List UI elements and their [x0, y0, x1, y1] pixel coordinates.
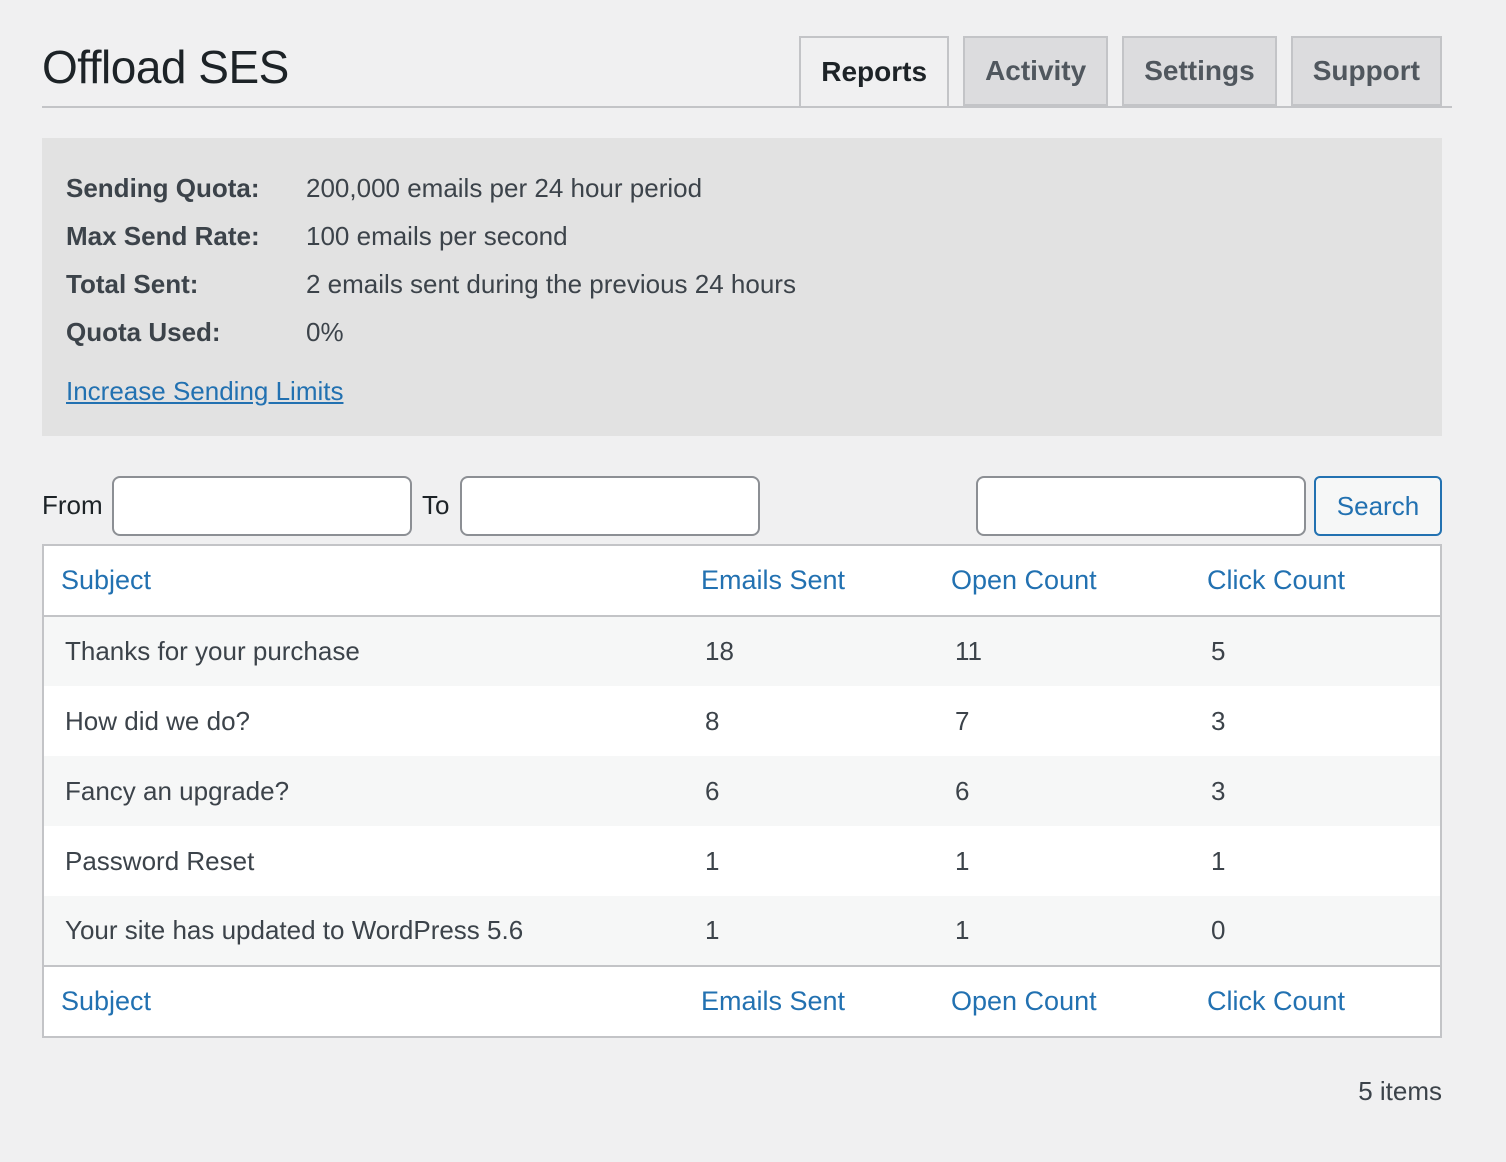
cell-click-count: 1	[1190, 826, 1440, 896]
cell-click-count: 0	[1190, 896, 1440, 966]
quota-value: 2 emails sent during the previous 24 hou…	[306, 268, 796, 299]
page-header: Offload SES Reports Activity Settings Su…	[42, 0, 1452, 108]
from-label: From	[42, 490, 103, 520]
tab-support[interactable]: Support	[1290, 36, 1442, 106]
table-header-row: Subject Emails Sent Open Count Click Cou…	[44, 546, 1440, 617]
reports-table: Subject Emails Sent Open Count Click Cou…	[42, 544, 1442, 1038]
tab-divider	[42, 106, 1452, 108]
quota-row-sending-quota: Sending Quota: 200,000 emails per 24 hou…	[66, 164, 1418, 212]
search-button[interactable]: Search	[1314, 476, 1442, 536]
cell-subject: Password Reset	[44, 826, 684, 896]
quota-label: Sending Quota:	[66, 172, 260, 203]
column-header-emails-sent[interactable]: Emails Sent	[684, 546, 934, 617]
table-row: Your site has updated to WordPress 5.6 1…	[44, 896, 1440, 966]
quota-label: Quota Used:	[66, 316, 221, 347]
quota-label: Max Send Rate:	[66, 220, 260, 251]
quota-row-total-sent: Total Sent: 2 emails sent during the pre…	[66, 260, 1418, 308]
to-label: To	[422, 490, 450, 520]
cell-emails-sent: 18	[684, 616, 934, 686]
cell-click-count: 3	[1190, 686, 1440, 756]
column-header-subject[interactable]: Subject	[44, 546, 684, 617]
table-row: Password Reset 1 1 1	[44, 826, 1440, 896]
quota-value: 100 emails per second	[306, 220, 568, 251]
cell-open-count: 7	[934, 686, 1190, 756]
quota-panel: Sending Quota: 200,000 emails per 24 hou…	[42, 138, 1442, 436]
column-footer-click-count[interactable]: Click Count	[1190, 965, 1440, 1036]
page-wrapper: Offload SES Reports Activity Settings Su…	[42, 0, 1452, 1106]
cell-click-count: 3	[1190, 756, 1440, 826]
quota-row-max-send-rate: Max Send Rate: 100 emails per second	[66, 212, 1418, 260]
cell-open-count: 1	[934, 896, 1190, 966]
column-header-click-count[interactable]: Click Count	[1190, 546, 1440, 617]
quota-label: Total Sent:	[66, 268, 199, 299]
report-filters: From To Search	[42, 476, 1442, 536]
tab-settings[interactable]: Settings	[1122, 36, 1277, 106]
tab-reports[interactable]: Reports	[799, 36, 950, 108]
to-date-input[interactable]	[460, 476, 760, 536]
increase-sending-limits-link[interactable]: Increase Sending Limits	[66, 376, 343, 407]
page-title: Offload SES	[42, 41, 289, 93]
cell-open-count: 1	[934, 826, 1190, 896]
cell-subject: How did we do?	[44, 686, 684, 756]
cell-click-count: 5	[1190, 616, 1440, 686]
cell-subject: Thanks for your purchase	[44, 616, 684, 686]
column-footer-subject[interactable]: Subject	[44, 965, 684, 1036]
quota-value: 0%	[306, 316, 344, 347]
tab-activity[interactable]: Activity	[963, 36, 1109, 106]
column-footer-emails-sent[interactable]: Emails Sent	[684, 965, 934, 1036]
cell-emails-sent: 8	[684, 686, 934, 756]
nav-tabs: Reports Activity Settings Support	[799, 36, 1442, 108]
table-row: Fancy an upgrade? 6 6 3	[44, 756, 1440, 826]
cell-open-count: 6	[934, 756, 1190, 826]
quota-value: 200,000 emails per 24 hour period	[306, 172, 703, 203]
cell-emails-sent: 1	[684, 826, 934, 896]
cell-emails-sent: 6	[684, 756, 934, 826]
search-input[interactable]	[976, 476, 1306, 536]
column-header-open-count[interactable]: Open Count	[934, 546, 1190, 617]
table-row: How did we do? 8 7 3	[44, 686, 1440, 756]
table-row: Thanks for your purchase 18 11 5	[44, 616, 1440, 686]
table-footer-row: Subject Emails Sent Open Count Click Cou…	[44, 965, 1440, 1036]
items-count: 5 items	[1358, 1076, 1442, 1106]
cell-open-count: 11	[934, 616, 1190, 686]
cell-subject: Your site has updated to WordPress 5.6	[44, 896, 684, 966]
cell-emails-sent: 1	[684, 896, 934, 966]
column-footer-open-count[interactable]: Open Count	[934, 965, 1190, 1036]
from-date-input[interactable]	[112, 476, 412, 536]
quota-row-quota-used: Quota Used: 0%	[66, 308, 1418, 356]
cell-subject: Fancy an upgrade?	[44, 756, 684, 826]
